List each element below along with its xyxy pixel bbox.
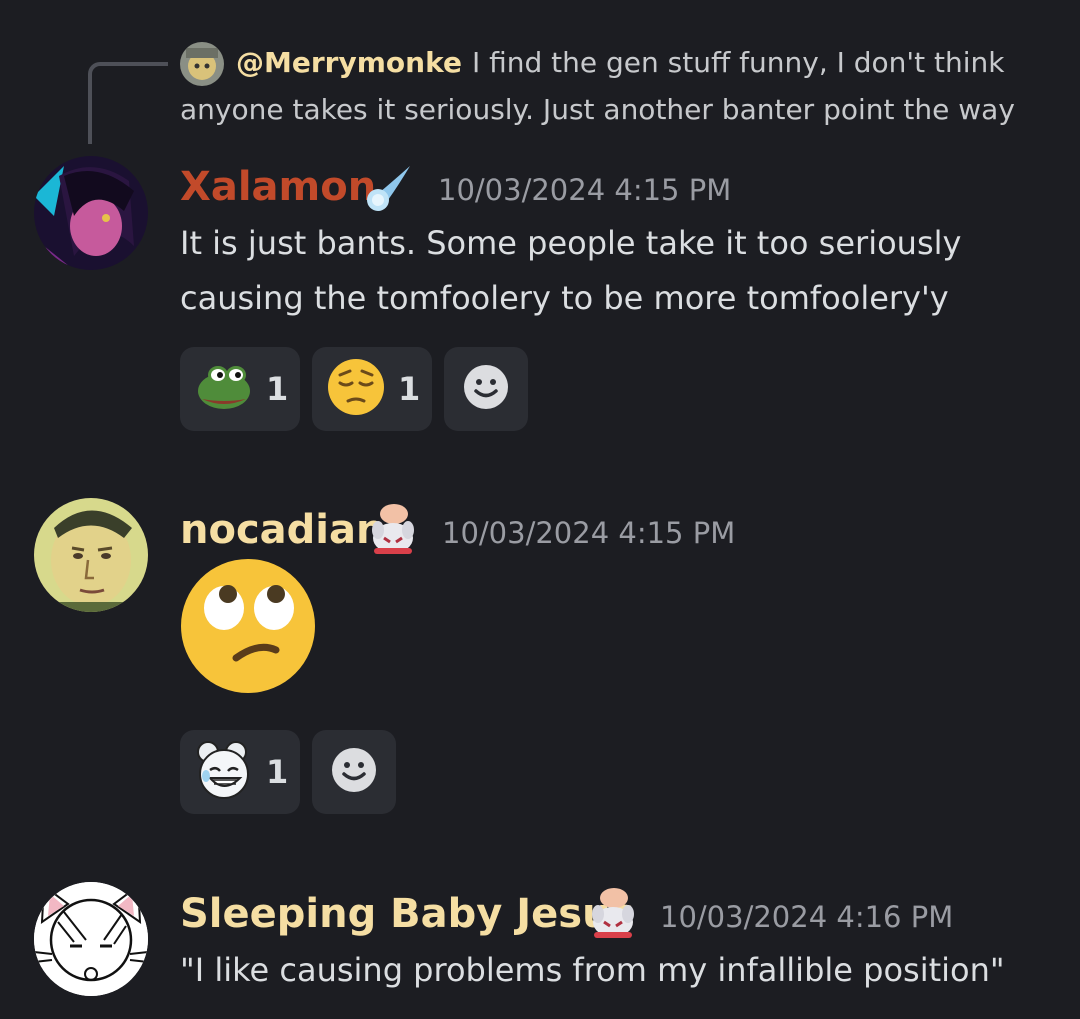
- smiley-add-icon: [463, 364, 509, 414]
- message-text-line: causing the tomfoolery to be more tomfoo…: [180, 279, 949, 317]
- reply-avatar[interactable]: [180, 42, 224, 86]
- eye-roll-face-icon: [180, 558, 316, 694]
- reply-text-1: I find the gen stuff funny, I don't thin…: [471, 46, 1005, 79]
- reaction-button[interactable]: 1: [312, 347, 432, 431]
- reaction-button[interactable]: 1: [180, 347, 300, 431]
- smiley-add-icon: [331, 747, 377, 797]
- message-text-line: It is just bants. Some people take it to…: [180, 224, 962, 262]
- reply-preview-line[interactable]: @Merrymonke I find the gen stuff funny, I…: [236, 44, 1004, 82]
- add-reaction-button[interactable]: [312, 730, 396, 814]
- reaction-count: 1: [266, 753, 289, 791]
- message-username[interactable]: Sleeping Baby Jesus: [180, 889, 634, 939]
- reply-mention[interactable]: @Merrymonke: [236, 46, 462, 79]
- reply-text-2[interactable]: anyone takes it seriously. Just another …: [180, 91, 1015, 129]
- avatar[interactable]: [34, 882, 148, 996]
- laughing-bunny-icon: [194, 740, 254, 804]
- message-text-line: "I like causing problems from my infalli…: [180, 951, 1005, 989]
- message-timestamp: 10/03/2024 4:16 PM: [660, 900, 954, 934]
- add-reaction-button[interactable]: [444, 347, 528, 431]
- reaction-count: 1: [266, 370, 289, 408]
- bunny-hand-icon: [586, 884, 640, 940]
- avatar[interactable]: [34, 156, 148, 270]
- message-timestamp: 10/03/2024 4:15 PM: [442, 516, 736, 550]
- comet-icon: [362, 162, 414, 214]
- message-timestamp: 10/03/2024 4:15 PM: [438, 173, 732, 207]
- reply-connector: [88, 62, 168, 144]
- pepe-frog-icon: [196, 363, 254, 415]
- reaction-button[interactable]: 1: [180, 730, 300, 814]
- bunny-hand-icon: [366, 500, 420, 556]
- pensive-face-icon: [326, 357, 386, 421]
- reaction-count: 1: [398, 370, 421, 408]
- message-username[interactable]: nocadian: [180, 505, 384, 555]
- message-username[interactable]: Xalamon: [180, 162, 376, 212]
- avatar[interactable]: [34, 498, 148, 612]
